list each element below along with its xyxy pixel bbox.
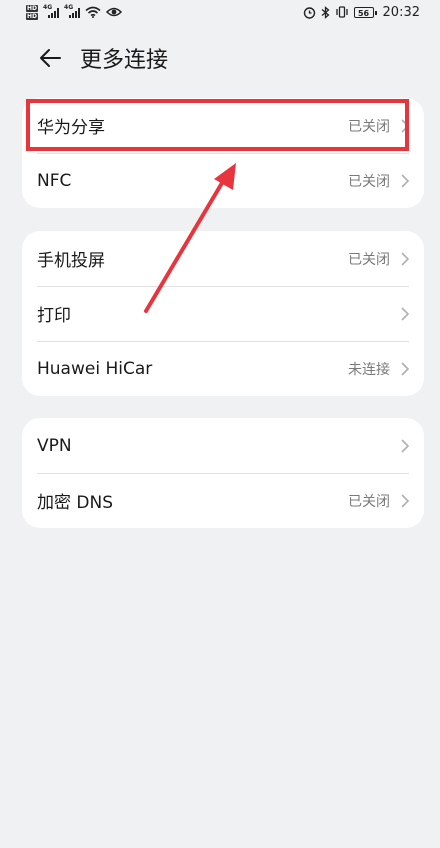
setting-label: Huawei HiCar bbox=[37, 358, 153, 379]
arrow-left-icon bbox=[40, 49, 61, 67]
chevron-right-icon bbox=[401, 118, 410, 133]
alarm-clock-icon bbox=[303, 6, 315, 19]
wifi-icon bbox=[85, 6, 101, 18]
setting-row-screen-projection[interactable]: 手机投屏 已关闭 bbox=[22, 231, 424, 286]
bluetooth-icon bbox=[321, 5, 330, 19]
status-left: HD HD 4G 4G bbox=[0, 4, 123, 20]
chevron-right-icon bbox=[401, 361, 410, 376]
setting-status: 未连接 bbox=[348, 361, 390, 378]
battery-level: 56 bbox=[357, 8, 370, 18]
page-title: 更多连接 bbox=[80, 48, 169, 73]
setting-label: 华为分享 bbox=[37, 118, 105, 138]
back-button[interactable] bbox=[34, 42, 66, 74]
setting-row-huawei-hicar[interactable]: Huawei HiCar 未连接 bbox=[22, 341, 424, 396]
chevron-right-icon bbox=[401, 438, 410, 453]
settings-group-projection: 手机投屏 已关闭 打印 Huawei HiCar 未连接 bbox=[22, 231, 424, 396]
settings-group-sharing: 华为分享 已关闭 NFC 已关闭 bbox=[22, 98, 424, 208]
header: 更多连接 bbox=[0, 36, 440, 80]
status-time: 20:32 bbox=[382, 4, 420, 20]
cell-signal-icon: 4G bbox=[64, 4, 81, 18]
chevron-right-icon bbox=[401, 306, 410, 321]
setting-status: 已关闭 bbox=[348, 493, 390, 510]
setting-row-huawei-share[interactable]: 华为分享 已关闭 bbox=[22, 98, 424, 153]
hd-indicators: HD HD bbox=[26, 4, 39, 20]
setting-label: 加密 DNS bbox=[37, 493, 114, 513]
chevron-right-icon bbox=[401, 173, 410, 188]
cell-signal-icon: 4G bbox=[43, 4, 60, 18]
setting-row-nfc[interactable]: NFC 已关闭 bbox=[22, 153, 424, 208]
status-right: 56 20:32 bbox=[303, 5, 440, 20]
setting-status: 已关闭 bbox=[348, 251, 390, 268]
setting-row-print[interactable]: 打印 bbox=[22, 286, 424, 341]
setting-status: 已关闭 bbox=[348, 118, 390, 135]
battery-icon: 56 bbox=[353, 6, 377, 18]
hd-badge: HD bbox=[26, 4, 39, 12]
setting-row-vpn[interactable]: VPN bbox=[22, 418, 424, 473]
setting-label: 打印 bbox=[37, 306, 71, 326]
chevron-right-icon bbox=[401, 251, 410, 266]
setting-row-encrypted-dns[interactable]: 加密 DNS 已关闭 bbox=[22, 473, 424, 528]
settings-group-network: VPN 加密 DNS 已关闭 bbox=[22, 418, 424, 528]
chevron-right-icon bbox=[401, 493, 410, 508]
setting-status: 已关闭 bbox=[348, 173, 390, 190]
setting-label: 手机投屏 bbox=[37, 251, 105, 271]
eye-icon bbox=[106, 7, 123, 17]
setting-label: VPN bbox=[37, 435, 72, 456]
vibrate-icon bbox=[335, 6, 348, 18]
status-bar: HD HD 4G 4G 56 20:32 bbox=[0, 0, 440, 24]
hd-badge: HD bbox=[26, 12, 39, 20]
setting-label: NFC bbox=[37, 170, 72, 191]
